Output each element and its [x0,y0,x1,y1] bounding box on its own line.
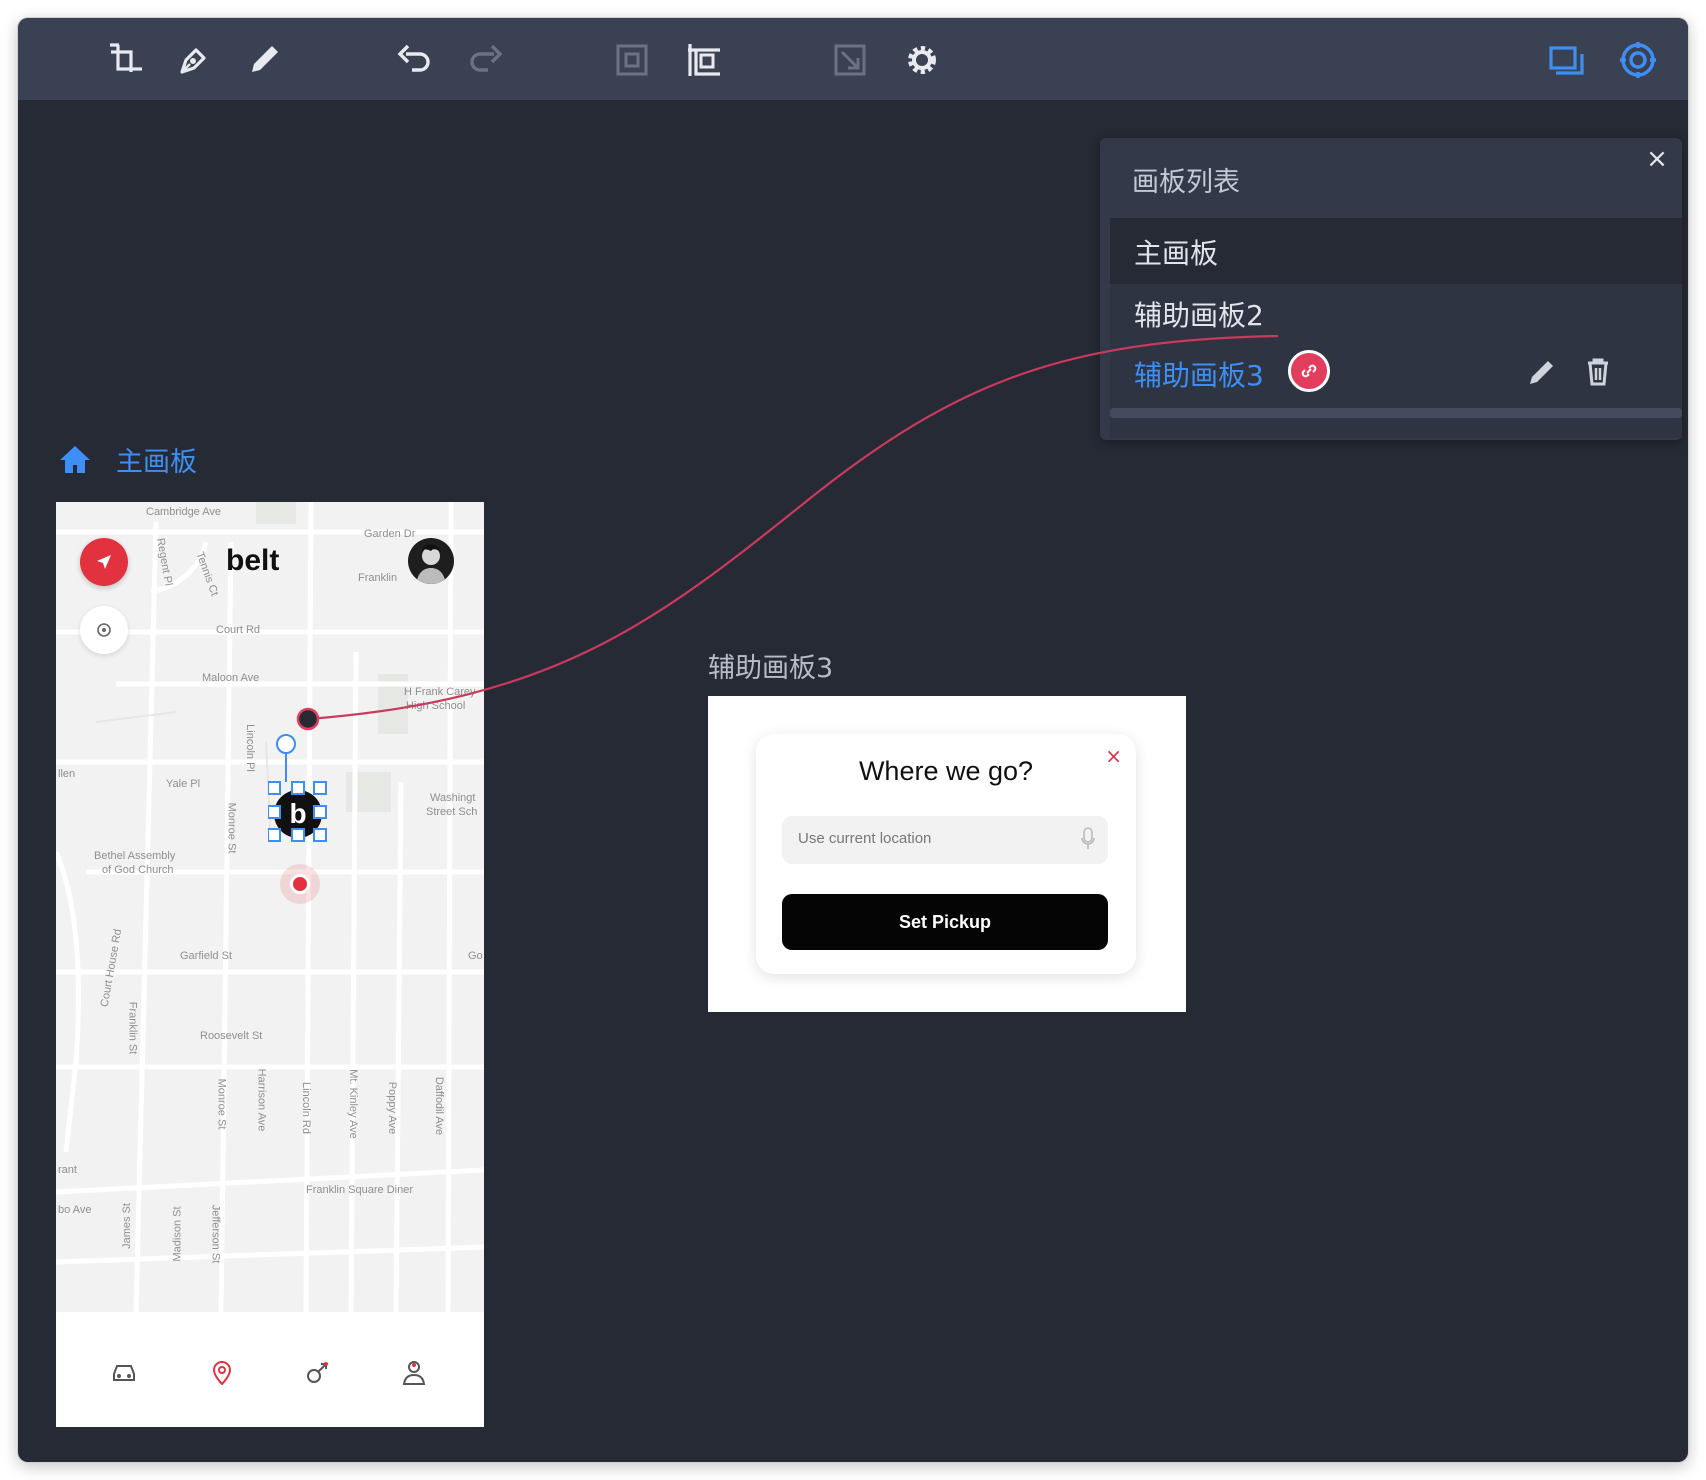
toolbar [18,18,1688,100]
street-label: Daffodil Ave [433,1076,446,1136]
street-label: Roosevelt St [200,1030,263,1042]
crop-icon[interactable] [102,36,150,84]
street-label: Lincoln Rd [299,1082,312,1134]
artboard-item-label: 辅助画板3 [1134,359,1264,392]
pickup-pin[interactable] [290,874,310,894]
street-label: Jefferson St [209,1204,222,1264]
destination-card: Where we go? × Use current location Set … [756,734,1136,974]
panel-title: 画板列表 [1132,167,1240,198]
delete-icon[interactable] [1580,354,1620,394]
street-label: James St [120,1203,133,1249]
pen-icon[interactable] [170,36,218,84]
link-icon[interactable] [1288,350,1330,392]
street-label: Monroe St [225,802,238,854]
street-label: of God Church [102,864,174,876]
aux-artboard-label[interactable]: 辅助画板3 [708,646,833,685]
street-label: Lincoln Pl [243,724,256,772]
screens-icon[interactable] [1542,36,1590,84]
map[interactable]: Cambridge Ave Garden Dr Franklin Regent … [56,502,484,1312]
undo-icon[interactable] [390,36,438,84]
artboard-item-label: 辅助画板2 [1134,299,1264,332]
navigation-arrow-icon [97,555,111,569]
edit-icon[interactable] [1524,354,1564,394]
main-artboard-label[interactable]: 主画板 [58,440,197,479]
street-label: Madison St [171,1206,184,1262]
street-label: Street Sch [426,806,478,818]
tab-bar [56,1312,484,1427]
location-input[interactable]: Use current location [782,816,1108,864]
layout-icon[interactable] [680,36,728,84]
panel-scrollbar[interactable] [1110,408,1682,418]
brand-logo: belt [226,544,280,577]
redo-icon[interactable] [462,36,510,84]
street-label: Franklin St [126,1001,139,1055]
user-icon[interactable] [394,1352,434,1392]
home-icon [60,445,90,473]
settings-icon[interactable] [898,36,946,84]
frame-icon[interactable] [608,36,656,84]
street-label: Garfield St [180,950,232,962]
street-label: H Frank Carey [404,686,476,698]
street-label: bo Ave [58,1204,92,1216]
card-title: Where we go? [858,756,1034,786]
location-pin-icon[interactable] [202,1352,242,1392]
target-icon[interactable] [1614,36,1662,84]
main-artboard-title: 主画板 [116,447,197,478]
street-label: Bethel Assembly [94,850,176,862]
editor-window: 主画板 Cambridge Ave Garden Dr Franklin Reg… [18,18,1688,1462]
locate-me-button[interactable] [80,606,128,654]
street-label: llen [58,768,76,780]
location-input-placeholder: Use current location [798,830,932,847]
street-label: Monroe St [215,1078,228,1130]
artboard-list-panel: 画板列表 × 主画板 辅助画板2 辅助画板3 [1100,138,1682,440]
street-label: Franklin [358,572,398,584]
selection-handles[interactable] [268,732,328,842]
street-label: Washingt [430,792,476,804]
set-pickup-button[interactable]: Set Pickup [782,894,1108,950]
navigate-button[interactable] [80,538,128,586]
avatar[interactable] [408,538,454,584]
street-label: Court Rd [216,624,261,636]
resize-icon[interactable] [826,36,874,84]
street-label: Poppy Ave [386,1081,399,1135]
street-label: High School [406,700,466,712]
street-label: Harrison Ave [255,1068,268,1132]
street-label: Franklin Square Diner [306,1184,413,1196]
street-label: rant [58,1164,77,1176]
street-label: Yale Pl [166,778,201,790]
artboard-list: 主画板 辅助画板2 辅助画板3 [1110,218,1682,438]
street-label: Cambridge Ave [146,506,222,518]
car-icon[interactable] [104,1352,144,1392]
street-label: Maloon Ave [202,672,260,684]
artboard-item-aux2[interactable]: 辅助画板2 [1110,280,1682,346]
card-close-button[interactable]: × [1105,744,1122,768]
canvas[interactable]: 主画板 Cambridge Ave Garden Dr Franklin Reg… [18,100,1688,1462]
main-artboard[interactable]: Cambridge Ave Garden Dr Franklin Regent … [56,502,484,1427]
pencil-icon[interactable] [240,36,288,84]
crosshair-icon [97,623,111,637]
artboard-item-label: 主画板 [1134,237,1219,270]
street-label: Go [468,950,483,962]
aux-artboard[interactable]: Where we go? × Use current location Set … [708,696,1186,1012]
street-label: Garden Dr [364,528,416,540]
artboard-item-main[interactable]: 主画板 [1110,218,1682,284]
panel-close-button[interactable]: × [1642,144,1672,174]
artboard-item-aux3[interactable]: 辅助画板3 [1110,340,1682,406]
microphone-icon[interactable] [1080,826,1096,856]
street-label: Mt. Kinley Ave [346,1069,359,1139]
gender-icon[interactable] [298,1352,338,1392]
